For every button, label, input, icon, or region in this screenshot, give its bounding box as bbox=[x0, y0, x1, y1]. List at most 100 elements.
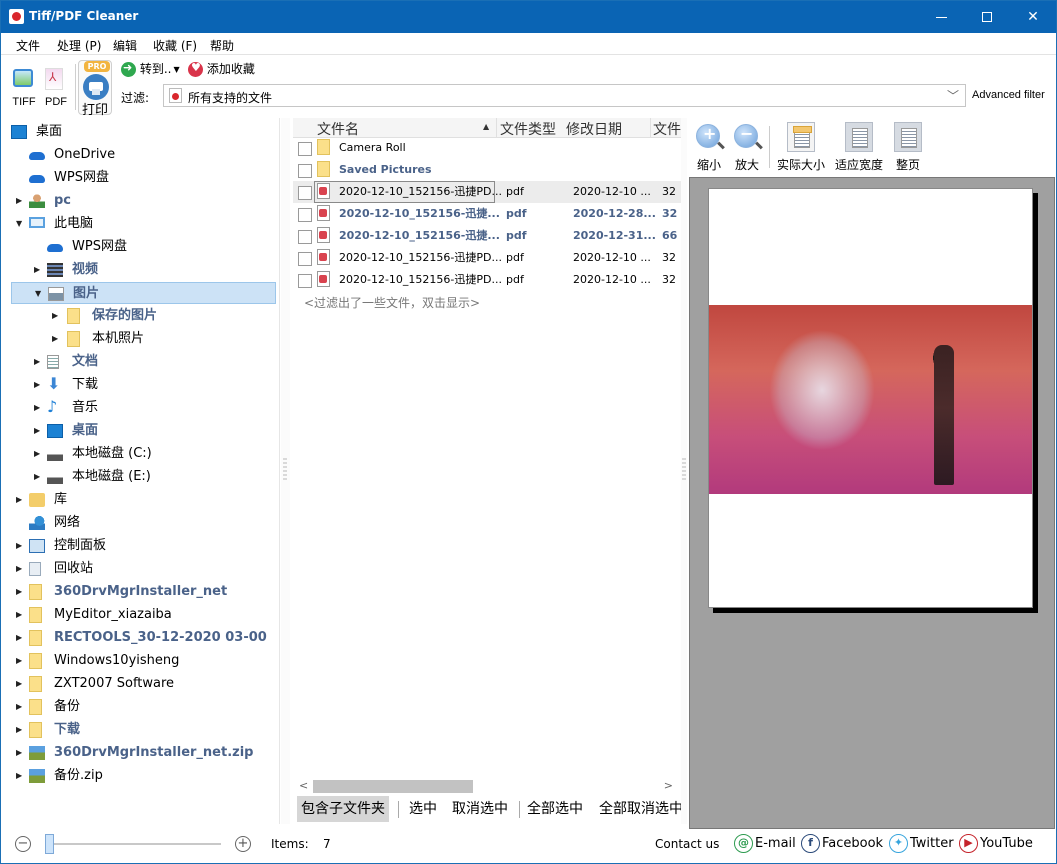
tree-item[interactable]: WPS网盘 bbox=[11, 167, 276, 189]
row-checkbox[interactable] bbox=[298, 274, 312, 288]
tree-item[interactable]: ▶ 下载 bbox=[11, 719, 276, 741]
tree-item[interactable]: ▶ 视频 bbox=[11, 259, 276, 281]
deselect-button[interactable]: 取消选中 bbox=[448, 796, 512, 822]
expand-arrow-icon[interactable]: ▶ bbox=[52, 305, 62, 327]
expand-arrow-icon[interactable]: ▶ bbox=[16, 581, 26, 603]
expand-arrow-icon[interactable]: ▶ bbox=[16, 696, 26, 718]
tree-item[interactable]: ▶ 本地磁盘 (C:) bbox=[11, 443, 276, 465]
file-row[interactable]: 2020-12-10_152156-迅捷PD... pdf 2020-12-10 .… bbox=[293, 181, 681, 203]
fit-width-button[interactable]: 适应宽度 bbox=[832, 122, 886, 174]
row-checkbox[interactable] bbox=[298, 208, 312, 222]
minimize-button[interactable] bbox=[918, 1, 964, 33]
row-checkbox[interactable] bbox=[298, 252, 312, 266]
tree-item[interactable]: 网络 bbox=[11, 512, 276, 534]
tree-item[interactable]: ▶ 360DrvMgrInstaller_net bbox=[11, 581, 276, 603]
file-row[interactable]: 2020-12-10_152156-迅捷... pdf 2020-12-28... 3… bbox=[293, 203, 681, 225]
expand-arrow-icon[interactable]: ▶ bbox=[34, 351, 44, 373]
expand-arrow-icon[interactable]: ▶ bbox=[34, 466, 44, 488]
expand-arrow-icon[interactable]: ▶ bbox=[16, 719, 26, 741]
tree-item[interactable]: ▶ 回收站 bbox=[11, 558, 276, 580]
expand-arrow-icon[interactable]: ▶ bbox=[16, 190, 26, 212]
column-header-name[interactable]: 文件名 bbox=[317, 119, 359, 139]
expand-arrow-icon[interactable]: ▶ bbox=[34, 420, 44, 442]
zoom-out-button[interactable]: 缩小 bbox=[691, 122, 727, 174]
zoom-slider-track[interactable] bbox=[47, 843, 221, 845]
tiff-button[interactable]: TIFF bbox=[9, 66, 39, 112]
tree-item[interactable]: OneDrive bbox=[11, 144, 276, 166]
tree-item[interactable]: ▼ 图片 bbox=[11, 282, 276, 304]
pdf-button[interactable]: PDF bbox=[41, 66, 71, 112]
tree-item[interactable]: ▶ 桌面 bbox=[11, 420, 276, 442]
scroll-right-icon[interactable]: > bbox=[664, 779, 673, 792]
row-checkbox[interactable] bbox=[298, 164, 312, 178]
row-checkbox[interactable] bbox=[298, 186, 312, 200]
tree-item[interactable]: ▶ 文档 bbox=[11, 351, 276, 373]
left-splitter[interactable] bbox=[281, 118, 290, 824]
expand-arrow-icon[interactable]: ▶ bbox=[34, 443, 44, 465]
column-divider[interactable] bbox=[650, 118, 651, 138]
collapse-arrow-icon[interactable]: ▼ bbox=[35, 283, 45, 305]
tree-item[interactable]: WPS网盘 bbox=[11, 236, 276, 258]
expand-arrow-icon[interactable]: ▶ bbox=[16, 489, 26, 511]
zoom-plus-icon[interactable]: + bbox=[235, 836, 251, 852]
expand-arrow-icon[interactable]: ▶ bbox=[16, 673, 26, 695]
column-header-date[interactable]: 修改日期 bbox=[566, 119, 622, 139]
print-button[interactable]: PRO 打印 bbox=[78, 60, 112, 118]
expand-arrow-icon[interactable]: ▶ bbox=[16, 765, 26, 787]
scrollbar-thumb[interactable] bbox=[313, 780, 473, 793]
filtered-files-hint[interactable]: <过滤出了一些文件，双击显示> bbox=[304, 294, 480, 311]
expand-arrow-icon[interactable]: ▶ bbox=[52, 328, 62, 350]
file-row[interactable]: 2020-12-10_152156-迅捷PD... pdf 2020-12-10 .… bbox=[293, 269, 681, 291]
expand-arrow-icon[interactable]: ▶ bbox=[34, 374, 44, 396]
twitter-link[interactable]: ✦ Twitter bbox=[889, 833, 954, 855]
expand-arrow-icon[interactable]: ▶ bbox=[16, 535, 26, 557]
menu-edit[interactable]: 编辑 bbox=[113, 37, 137, 54]
tree-item[interactable]: ▶ 360DrvMgrInstaller_net.zip bbox=[11, 742, 276, 764]
youtube-link[interactable]: ▶ YouTube bbox=[959, 833, 1033, 855]
tree-item[interactable]: ▶ 备份 bbox=[11, 696, 276, 718]
expand-arrow-icon[interactable]: ▶ bbox=[16, 604, 26, 626]
full-page-button[interactable]: 整页 bbox=[890, 122, 926, 174]
tree-item[interactable]: 桌面 bbox=[11, 121, 276, 143]
tree-item[interactable]: ▶ ⬇ 下载 bbox=[11, 374, 276, 396]
include-subfolders-button[interactable]: 包含子文件夹 bbox=[297, 796, 389, 822]
tree-item[interactable]: ▶ Windows10yisheng bbox=[11, 650, 276, 672]
column-header-size[interactable]: 文件 bbox=[653, 119, 681, 139]
add-favorite-button[interactable]: 添加收藏 bbox=[188, 60, 255, 78]
tree-item[interactable]: ▶ ♪ 音乐 bbox=[11, 397, 276, 419]
tree-item[interactable]: ▶ 本地磁盘 (E:) bbox=[11, 466, 276, 488]
horizontal-scrollbar[interactable]: < > bbox=[293, 778, 681, 794]
actual-size-button[interactable]: 实际大小 bbox=[775, 122, 827, 174]
menu-process[interactable]: 处理 (P) bbox=[57, 37, 101, 54]
filter-dropdown[interactable]: 所有支持的文件 ﹀ bbox=[163, 84, 966, 107]
tree-item[interactable]: ▶ 库 bbox=[11, 489, 276, 511]
tree-item[interactable]: ▶ 保存的图片 bbox=[11, 305, 276, 327]
row-checkbox[interactable] bbox=[298, 142, 312, 156]
advanced-filter-link[interactable]: Advanced filter bbox=[972, 89, 1045, 101]
select-all-button[interactable]: 全部选中 bbox=[523, 796, 587, 822]
facebook-link[interactable]: f Facebook bbox=[801, 833, 883, 855]
zoom-in-button[interactable]: 放大 bbox=[729, 122, 765, 174]
column-header-type[interactable]: 文件类型 bbox=[500, 119, 556, 139]
expand-arrow-icon[interactable]: ▶ bbox=[34, 397, 44, 419]
select-button[interactable]: 选中 bbox=[405, 796, 441, 822]
deselect-all-button[interactable]: 全部取消选中 bbox=[595, 796, 681, 822]
goto-button[interactable]: 转到..▼ bbox=[121, 60, 180, 78]
collapse-arrow-icon[interactable]: ▼ bbox=[16, 213, 26, 235]
expand-arrow-icon[interactable]: ▶ bbox=[16, 742, 26, 764]
tree-item[interactable]: ▶ pc bbox=[11, 190, 276, 212]
column-divider[interactable] bbox=[496, 118, 497, 138]
tree-item[interactable]: ▶ 备份.zip bbox=[11, 765, 276, 787]
expand-arrow-icon[interactable]: ▶ bbox=[34, 259, 44, 281]
file-row[interactable]: 2020-12-10_152156-迅捷... pdf 2020-12-31... 6… bbox=[293, 225, 681, 247]
file-row[interactable]: 2020-12-10_152156-迅捷PD... pdf 2020-12-10 .… bbox=[293, 247, 681, 269]
tree-item[interactable]: ▼ 此电脑 bbox=[11, 213, 276, 235]
email-link[interactable]: @ E-mail bbox=[734, 833, 796, 855]
file-row[interactable]: Saved Pictures bbox=[293, 159, 681, 181]
zoom-slider-thumb[interactable] bbox=[45, 834, 54, 854]
tree-item[interactable]: ▶ RECTOOLS_30-12-2020 03-00 bbox=[11, 627, 276, 649]
menu-file[interactable]: 文件 bbox=[16, 37, 40, 54]
tree-item[interactable]: ▶ MyEditor_xiazaiba bbox=[11, 604, 276, 626]
close-button[interactable]: ✕ bbox=[1010, 1, 1056, 33]
scroll-left-icon[interactable]: < bbox=[299, 779, 308, 792]
